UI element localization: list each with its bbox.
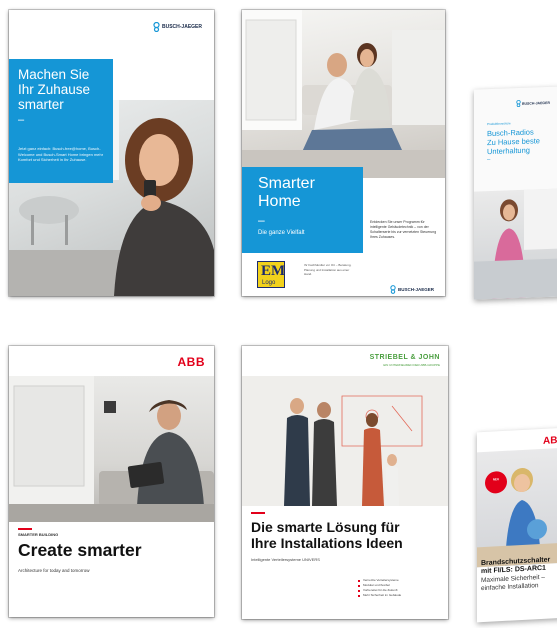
busch-jaeger-mark-icon	[153, 22, 160, 32]
dealer-contact-text: Ihr Fachhändler vor Ort – Beratung, Plan…	[304, 263, 352, 276]
brochure-smarter-home[interactable]: Smarter Home – Die ganze Vielfalt Entdec…	[242, 10, 445, 296]
brochure-machen-sie-ihr-zuhause-smarter[interactable]: BUSCH-JAEGER Machen Sie Ihr Zuhause smar…	[9, 10, 214, 296]
busch-jaeger-mark-icon	[390, 285, 396, 294]
list-item: Mehr Sicherheit im Gebäude	[358, 593, 433, 598]
brochure-die-smarte-loesung[interactable]: STRIEBEL & JOHN EIN UNTERNEHMEN DER ABB-…	[242, 346, 448, 619]
girl-with-globe-photo	[477, 447, 557, 568]
brochure-create-smarter[interactable]: ABB SMARTER BUILDING Create smarter Arch…	[9, 346, 214, 617]
brochure-subtitle: Maximale Sicherheit – einfache Installat…	[481, 573, 545, 593]
abb-logo: ABB	[543, 434, 557, 447]
brochure-title: Create smarter	[18, 540, 142, 560]
people-planning-installation-photo	[242, 376, 448, 506]
headline-dash: –	[18, 114, 25, 126]
busch-jaeger-mark-icon	[516, 99, 521, 108]
headline-box: Machen Sie Ihr Zuhause smarter – Jetzt g…	[9, 59, 113, 183]
busch-jaeger-logo: BUSCH-JAEGER	[153, 22, 202, 32]
title-dash: –	[487, 157, 491, 164]
striebel-john-logo: STRIEBEL & JOHN	[369, 354, 440, 361]
brochure-subtitle: Intelligente Verteilersysteme UNIVERS	[251, 557, 320, 562]
striebel-john-tagline: EIN UNTERNEHMEN DER ABB-GRUPPE	[383, 363, 440, 367]
brochure-busch-radios[interactable]: BUSCH-JAEGER Produktbroschüre Busch-Radi…	[474, 86, 557, 300]
feature-bullet-list: Vernetzte Verteilersysteme Modular und f…	[358, 578, 433, 598]
em-dealer-logo: EM Logo	[257, 261, 285, 288]
brochure-headline: Machen Sie Ihr Zuhause smarter	[18, 67, 91, 112]
brochure-brandschutzschalter[interactable]: ABB NEU Brandschutzschalter mit FI/LS: D…	[477, 427, 557, 623]
accent-bar	[18, 528, 32, 530]
abb-logo: ABB	[177, 355, 205, 369]
headline-dash: –	[258, 213, 265, 227]
couple-on-floor-photo	[242, 10, 445, 178]
busch-jaeger-logo: BUSCH-JAEGER	[390, 285, 434, 294]
headline-box: Smarter Home – Die ganze Vielfalt	[242, 167, 363, 253]
man-on-sofa-with-tablet-photo	[9, 376, 214, 522]
busch-jaeger-wordmark: BUSCH-JAEGER	[161, 24, 202, 30]
accent-bar	[251, 512, 265, 514]
brochure-blurb: Jetzt ganz einfach: Busch-free@home, Bus…	[18, 146, 104, 162]
brochure-title: Busch-Radios Zu Hause beste Unterhaltung	[487, 127, 540, 157]
busch-jaeger-wordmark: BUSCH-JAEGER	[522, 100, 551, 106]
brochure-subtitle: Die ganze Vielfalt	[258, 230, 305, 236]
brochure-subtitle: Architecture for today and tomorrow	[18, 568, 90, 573]
busch-jaeger-wordmark: BUSCH-JAEGER	[398, 287, 435, 292]
brochure-title: Die smarte Lösung für Ihre Installations…	[251, 519, 403, 551]
woman-in-kitchen-photo	[474, 188, 557, 300]
busch-jaeger-logo: BUSCH-JAEGER	[516, 99, 551, 108]
brochure-headline: Smarter Home	[258, 175, 315, 210]
brochure-category: SMARTER BUILDING	[18, 532, 59, 537]
brochure-description: Entdecken Sie unser Programm für intelli…	[370, 220, 437, 239]
brochure-category: Produktbroschüre	[487, 121, 511, 127]
